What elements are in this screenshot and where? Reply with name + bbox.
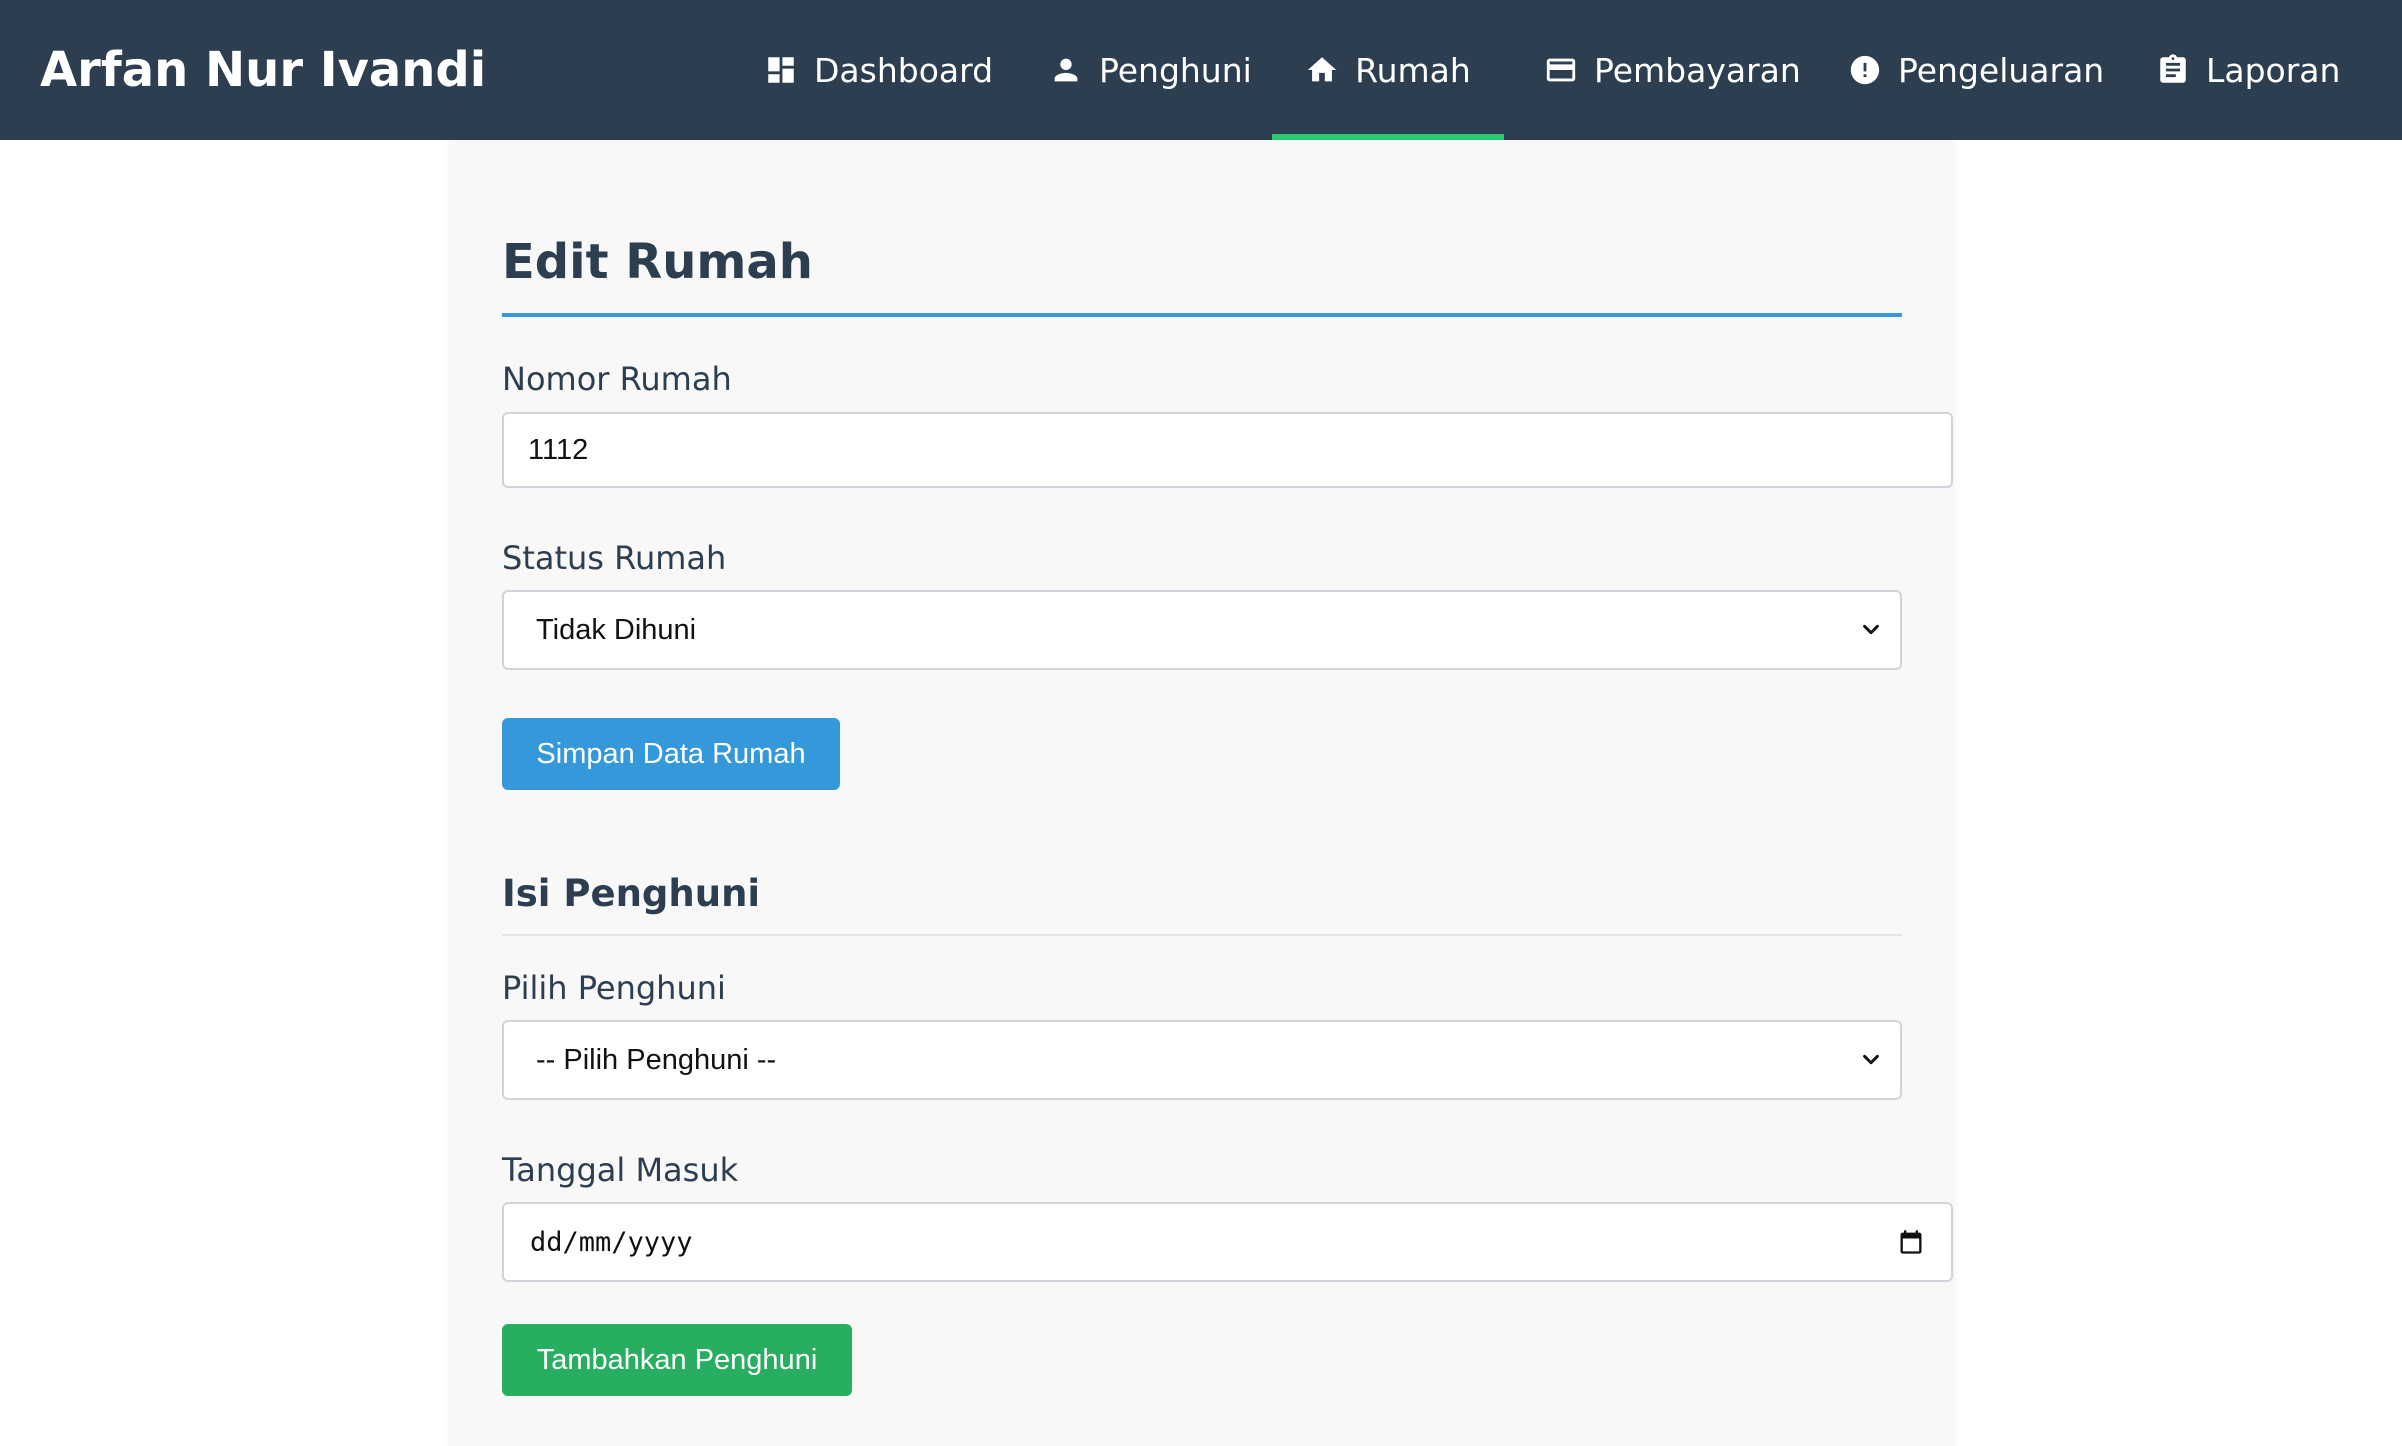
- nav-dashboard-label: Dashboard: [814, 50, 994, 90]
- home-icon: [1308, 57, 1337, 82]
- chevron-down-icon: [1863, 1054, 1879, 1065]
- nav-penghuni[interactable]: Penghuni: [1049, 0, 1252, 140]
- status-rumah-value: Tidak Dihuni: [536, 613, 697, 646]
- page-title: Edit Rumah: [502, 234, 813, 290]
- chevron-down-icon: [1863, 624, 1879, 635]
- nav-pengeluaran-label: Pengeluaran: [1898, 50, 2105, 90]
- nomor-rumah-input[interactable]: [504, 414, 1951, 486]
- nav-pembayaran[interactable]: Pembayaran: [1544, 0, 1801, 140]
- status-rumah-select[interactable]: Tidak Dihuni: [502, 590, 1902, 670]
- pilih-penghuni-label: Pilih Penghuni: [502, 969, 726, 1007]
- nav-rumah[interactable]: Rumah: [1272, 0, 1504, 140]
- tanggal-masuk-label: Tanggal Masuk: [502, 1151, 739, 1189]
- dashboard-icon: [768, 57, 794, 83]
- pilih-penghuni-value: -- Pilih Penghuni --: [536, 1043, 777, 1076]
- pilih-penghuni-select[interactable]: -- Pilih Penghuni --: [502, 1020, 1902, 1100]
- tanggal-masuk-input[interactable]: dd/mm/yyyy: [502, 1202, 1953, 1282]
- nav-pengeluaran[interactable]: Pengeluaran: [1848, 0, 2104, 140]
- clipboard-icon: [2160, 54, 2186, 83]
- nav-laporan-label: Laporan: [2206, 50, 2341, 90]
- nav-laporan[interactable]: Laporan: [2156, 0, 2340, 140]
- top-navbar: Arfan Nur Ivandi Dashboard Penghuni Ruma…: [0, 0, 2402, 140]
- section-divider: [502, 934, 1902, 936]
- calendar-icon[interactable]: [1897, 1228, 1925, 1256]
- title-divider: [502, 313, 1902, 317]
- nav-rumah-label: Rumah: [1355, 50, 1471, 90]
- tambahkan-penghuni-button[interactable]: Tambahkan Penghuni: [502, 1324, 852, 1396]
- simpan-data-rumah-button[interactable]: Simpan Data Rumah: [502, 718, 840, 790]
- isi-penghuni-title: Isi Penghuni: [502, 872, 761, 915]
- nomor-rumah-field[interactable]: [502, 412, 1953, 488]
- person-icon: [1054, 58, 1078, 82]
- status-rumah-label: Status Rumah: [502, 539, 727, 577]
- credit-card-icon: [1546, 58, 1576, 82]
- nav-penghuni-label: Penghuni: [1099, 50, 1252, 90]
- tanggal-masuk-placeholder: dd/mm/yyyy: [530, 1226, 693, 1258]
- alert-circle-icon: [1850, 55, 1880, 85]
- nomor-rumah-label: Nomor Rumah: [502, 360, 732, 398]
- brand-title[interactable]: Arfan Nur Ivandi: [40, 0, 486, 140]
- nav-pembayaran-label: Pembayaran: [1594, 50, 1801, 90]
- nav-dashboard[interactable]: Dashboard: [764, 0, 993, 140]
